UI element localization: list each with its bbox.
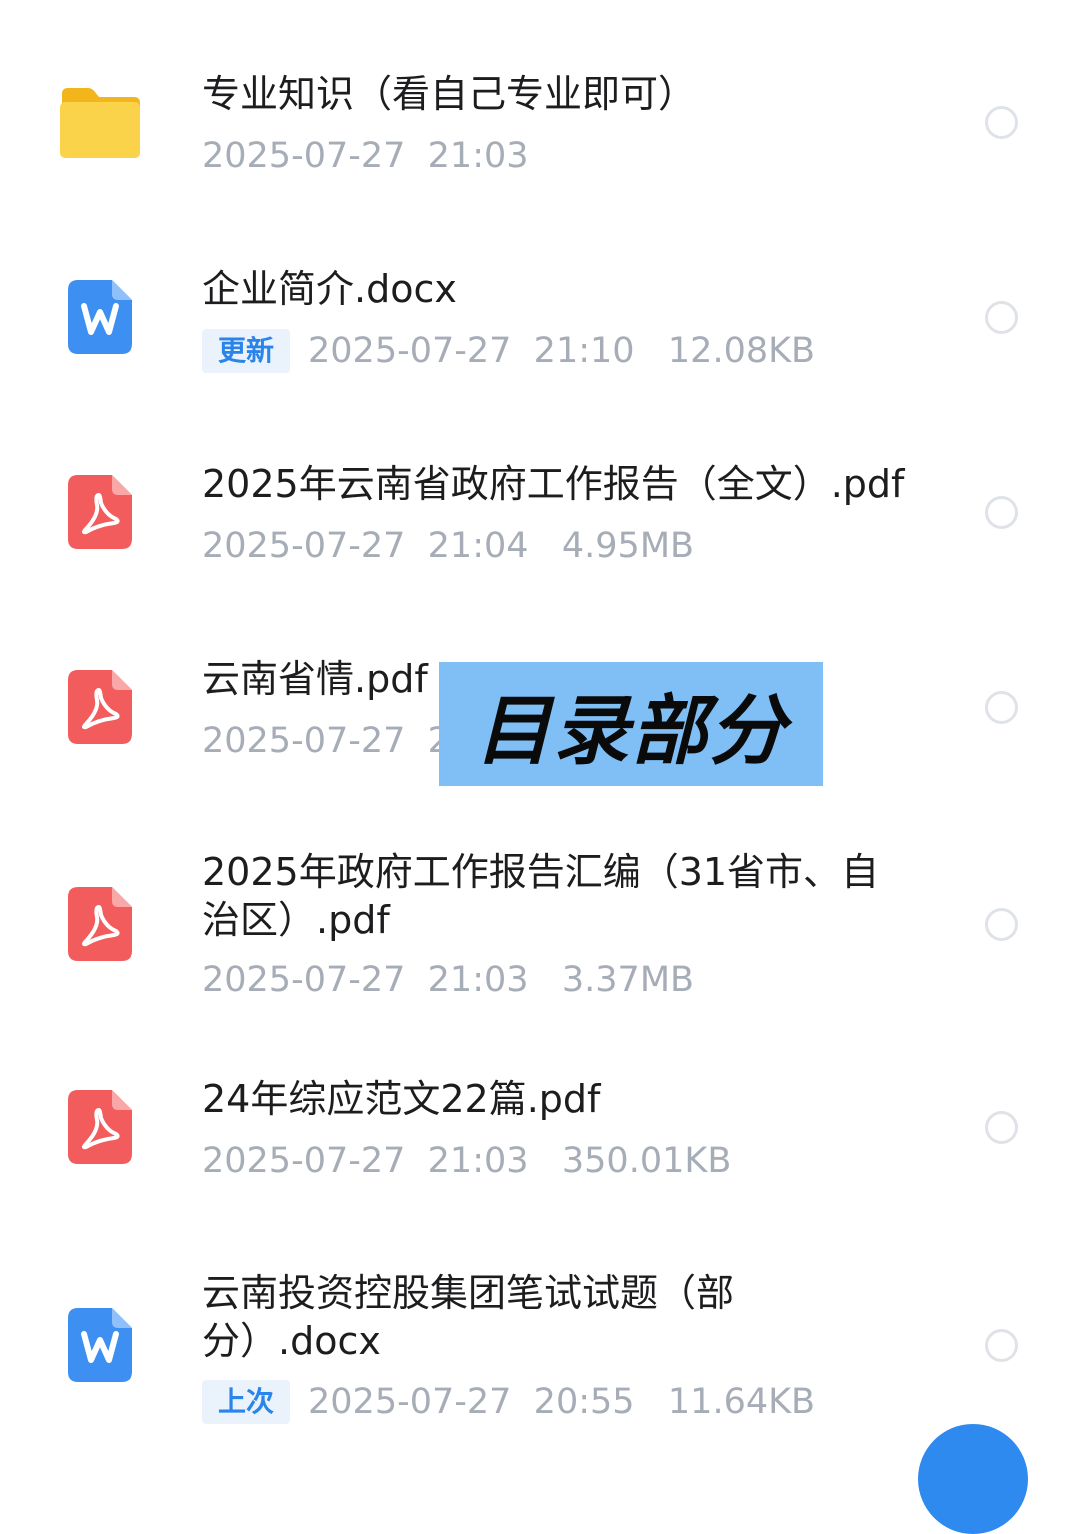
file-name: 云南投资控股集团笔试试题（部 分）.docx [202,1271,735,1363]
pdf-icon [68,670,132,744]
status-badge: 更新 [202,329,291,373]
pdf-icon [68,1090,132,1164]
section-overlay-label: 目录部分 [439,662,823,786]
select-radio[interactable] [985,1111,1018,1144]
file-meta-text: 2025-07-27 20:55 11.64KB [308,1382,816,1422]
file-meta: 2025-07-27 21:04 4.95MB [202,524,694,568]
list-item[interactable]: 2025年云南省政府工作报告（全文）.pdf 2025-07-27 21:04 … [0,410,1080,605]
floating-action-button[interactable] [918,1424,1028,1534]
file-meta: 2025-07-27 21 [202,719,472,763]
file-meta-text: 2025-07-27 21:10 12.08KB [308,331,816,371]
file-name: 企业简介.docx [202,267,457,311]
file-meta-text: 2025-07-27 21:03 [202,136,529,176]
select-radio[interactable] [985,301,1018,334]
select-radio[interactable] [985,691,1018,724]
file-meta-text: 2025-07-27 21 [202,721,473,761]
file-meta: 2025-07-27 21:03 3.37MB [202,958,694,1002]
list-item[interactable]: 企业简介.docx 更新 2025-07-27 21:10 12.08KB [0,215,1080,410]
overlay-text: 目录部分 [475,686,787,775]
word-doc-icon [68,280,132,354]
list-item[interactable]: 专业知识（看自己专业即可） 2025-07-27 21:03 [0,0,1080,215]
list-item[interactable]: 云南投资控股集团笔试试题（部 分）.docx 上次 2025-07-27 20:5… [0,1235,1080,1447]
file-meta-text: 2025-07-27 21:03 3.37MB [202,960,695,1000]
folder-icon [58,86,142,160]
select-radio[interactable] [985,496,1018,529]
pdf-icon [68,887,132,961]
file-name: 2025年云南省政府工作报告（全文）.pdf [202,462,905,506]
pdf-icon [68,475,132,549]
file-meta: 上次 2025-07-27 20:55 11.64KB [202,1380,815,1424]
file-name: 24年综应范文22篇.pdf [202,1077,601,1121]
list-item[interactable]: 2025年政府工作报告汇编（31省市、自 治区）.pdf 2025-07-27 … [0,800,1080,1035]
file-name: 2025年政府工作报告汇编（31省市、自 治区）.pdf [202,850,880,942]
file-meta: 更新 2025-07-27 21:10 12.08KB [202,329,815,373]
select-radio[interactable] [985,1329,1018,1362]
status-badge: 上次 [202,1380,291,1424]
file-meta: 2025-07-27 21:03 350.01KB [202,1139,731,1183]
file-name: 专业知识（看自己专业即可） [202,72,697,116]
file-meta-text: 2025-07-27 21:04 4.95MB [202,526,695,566]
file-meta: 2025-07-27 21:03 [202,134,529,178]
list-item[interactable]: 24年综应范文22篇.pdf 2025-07-27 21:03 350.01KB [0,1035,1080,1235]
select-radio[interactable] [985,106,1018,139]
select-radio[interactable] [985,908,1018,941]
file-meta-text: 2025-07-27 21:03 350.01KB [202,1141,732,1181]
word-doc-icon [68,1308,132,1382]
